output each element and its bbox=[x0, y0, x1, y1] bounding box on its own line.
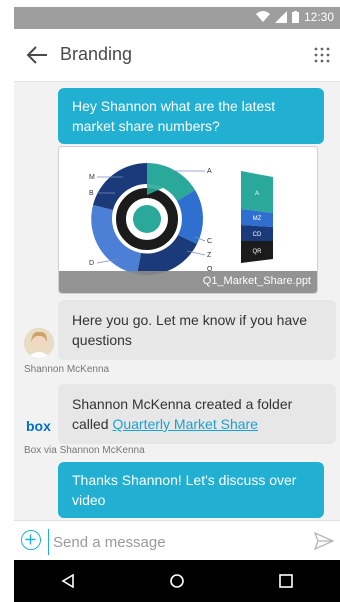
nav-back-button[interactable] bbox=[56, 569, 80, 593]
outgoing-message: Hey Shannon what are the latest market s… bbox=[58, 88, 324, 144]
incoming-message: Here you go. Let me know if you have que… bbox=[58, 300, 336, 360]
chat-thread[interactable]: Hey Shannon what are the latest market s… bbox=[14, 82, 340, 520]
battery-icon bbox=[291, 11, 299, 23]
page-title: Branding bbox=[60, 44, 133, 64]
message-text: Thanks Shannon! Let's discuss over video bbox=[72, 472, 297, 508]
chart-label: A bbox=[207, 168, 212, 175]
file-name-bar: Q1_Market_Share.ppt bbox=[59, 271, 317, 293]
stack-label: QR bbox=[253, 249, 263, 255]
app-screen: 12:30 Branding Hey Shannon what are the … bbox=[0, 0, 340, 602]
outgoing-message: Thanks Shannon! Let's discuss over video bbox=[58, 462, 324, 518]
clock: 12:30 bbox=[303, 10, 334, 24]
chart-label: B bbox=[89, 190, 94, 197]
send-icon[interactable] bbox=[314, 531, 334, 551]
wifi-icon bbox=[255, 11, 270, 22]
composer bbox=[14, 520, 340, 561]
chart-label: C bbox=[207, 238, 212, 245]
stack-label: CD bbox=[253, 232, 262, 238]
person-avatar-icon bbox=[24, 328, 54, 358]
message-input[interactable] bbox=[48, 529, 305, 555]
nav-recents-button[interactable] bbox=[274, 569, 298, 593]
sender-name: Box via Shannon McKenna bbox=[24, 445, 145, 456]
nav-home-button[interactable] bbox=[165, 569, 189, 593]
apps-grid-icon[interactable] bbox=[314, 47, 330, 63]
plus-icon bbox=[25, 534, 36, 545]
file-name: Q1_Market_Share.ppt bbox=[202, 275, 311, 287]
signal-icon bbox=[274, 11, 287, 23]
system-nav-bar bbox=[14, 560, 340, 602]
chart-label: Z bbox=[207, 252, 212, 259]
square-recents-icon bbox=[278, 574, 293, 588]
status-bar: 12:30 bbox=[14, 7, 340, 29]
add-attachment-button[interactable] bbox=[21, 530, 41, 550]
avatar[interactable] bbox=[24, 328, 54, 358]
stack-label: A bbox=[255, 191, 259, 197]
triangle-back-icon bbox=[61, 573, 75, 589]
app-bar: Branding bbox=[14, 29, 340, 82]
file-attachment-card[interactable]: M B D A C Z Q A MZ CD QR Q1_Market_Share… bbox=[58, 146, 318, 294]
stack-label: MZ bbox=[253, 216, 262, 222]
message-text: Hey Shannon what are the latest market s… bbox=[72, 98, 276, 134]
folder-link[interactable]: Quarterly Market Share bbox=[112, 416, 258, 432]
incoming-message: Shannon McKenna created a folder called … bbox=[58, 384, 336, 444]
circle-home-icon bbox=[170, 574, 184, 588]
chart-label: M bbox=[89, 174, 95, 181]
message-text: Here you go. Let me know if you have que… bbox=[72, 312, 308, 348]
sender-name: Shannon McKenna bbox=[24, 364, 110, 375]
chart-label: D bbox=[89, 260, 94, 267]
box-logo: box bbox=[26, 418, 51, 434]
back-arrow-icon[interactable] bbox=[26, 45, 48, 65]
